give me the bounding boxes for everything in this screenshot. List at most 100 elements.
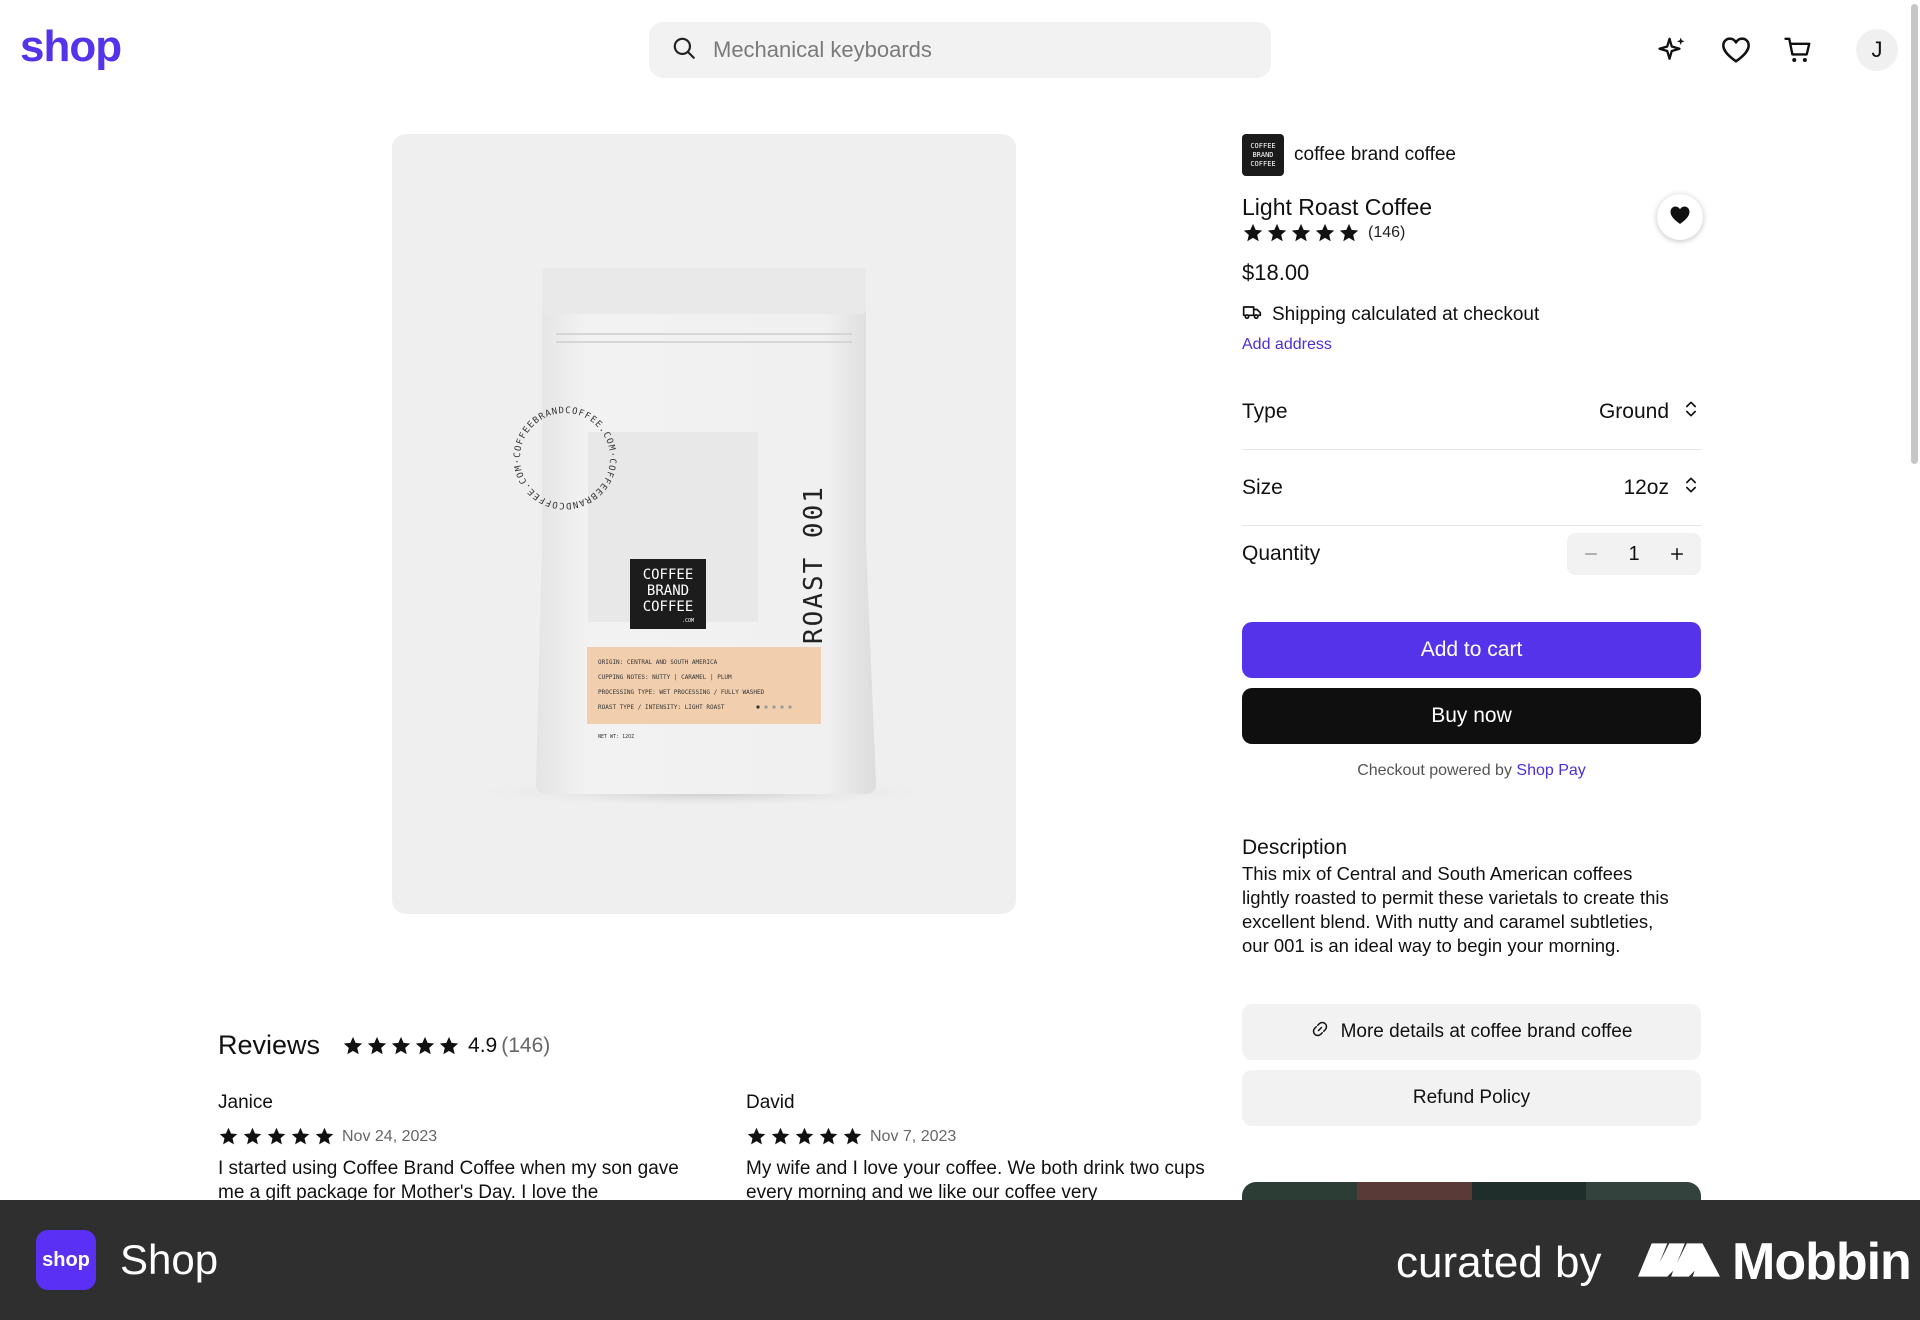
checkout-note: Checkout powered by Shop Pay: [1242, 762, 1701, 780]
review-text: I started using Coffee Brand Coffee when…: [218, 1158, 679, 1203]
search-bar[interactable]: [649, 22, 1271, 78]
link-icon: [1311, 1020, 1341, 1044]
review-card: Janice Nov 24, 2023 I started using Coff…: [218, 1092, 688, 1205]
svg-text:COFFEE: COFFEE: [643, 567, 694, 583]
product-rating[interactable]: (146): [1242, 222, 1405, 244]
bag-label-line-4: ROAST TYPE / INTENSITY: LIGHT ROAST: [598, 704, 725, 711]
description-title: Description: [1242, 836, 1348, 859]
review-stars: [746, 1126, 866, 1147]
search-icon: [671, 35, 697, 66]
scrollbar-thumb[interactable]: [1911, 4, 1918, 464]
product-details-panel: COFFEE BRAND COFFEE coffee brand coffee Li…: [1242, 134, 1703, 1212]
quantity-row: Quantity 1: [1242, 524, 1701, 584]
shop-logo[interactable]: shop: [20, 22, 122, 72]
description-body: This mix of Central and South American c…: [1242, 863, 1669, 956]
review-card: David Nov 7, 2023 My wife and I love you…: [746, 1092, 1216, 1205]
chevron-updown-icon: [1669, 397, 1701, 427]
footer-curated-by: curated by: [1396, 1238, 1602, 1287]
reviews-count: (146): [501, 1033, 551, 1057]
shipping-info: Shipping calculated at checkout: [1242, 302, 1539, 328]
add-address-link[interactable]: Add address: [1242, 336, 1332, 354]
review-date: Nov 7, 2023: [870, 1127, 957, 1145]
star-icon: [414, 1035, 438, 1057]
page-scrollbar[interactable]: [1908, 0, 1920, 1200]
product-image[interactable]: COFFEEBRANDCOFFEE.COM·COFFEEBRANDCOFFEE.…: [392, 134, 1016, 914]
star-icon: [818, 1126, 842, 1147]
brand-logo[interactable]: COFFEE BRAND COFFEE: [1242, 134, 1284, 176]
add-to-cart-button[interactable]: Add to cart: [1242, 622, 1701, 678]
star-icon: [366, 1035, 390, 1057]
top-header: shop J: [0, 0, 1920, 100]
shop-app-icon: shop: [36, 1230, 96, 1290]
quantity-label: Quantity: [1242, 542, 1321, 565]
quantity-value[interactable]: 1: [1628, 543, 1639, 566]
star-icon: [314, 1126, 338, 1147]
mobbin-mark-icon: [1638, 1232, 1720, 1292]
size-value[interactable]: 12oz: [1623, 473, 1701, 503]
shop-pay-link[interactable]: Shop Pay: [1516, 762, 1585, 779]
user-avatar[interactable]: J: [1856, 29, 1898, 71]
bag-brand-sub: .COM: [682, 618, 694, 624]
coffee-bag-illustration: COFFEEBRANDCOFFEE.COM·COFFEEBRANDCOFFEE.…: [464, 268, 944, 808]
heart-filled-icon: [1668, 203, 1692, 232]
star-icon: [1266, 222, 1290, 244]
size-selector[interactable]: Size 12oz: [1242, 450, 1701, 526]
review-date: Nov 24, 2023: [342, 1127, 438, 1145]
reviews-stars: [342, 1035, 462, 1057]
rating-count: (146): [1368, 224, 1406, 241]
size-label: Size: [1242, 475, 1283, 499]
product-title: Light Roast Coffee: [1242, 194, 1433, 220]
svg-text:COFFEE: COFFEE: [643, 599, 694, 615]
shipping-text: Shipping calculated at checkout: [1272, 304, 1540, 325]
bag-label-line-1: ORIGIN: CENTRAL AND SOUTH AMERICA: [598, 659, 718, 666]
minus-icon[interactable]: [1579, 542, 1603, 566]
mobbin-wordmark: Mobbin: [1732, 1233, 1912, 1291]
star-icon: [746, 1126, 770, 1147]
reviewer-name: David: [746, 1092, 795, 1113]
star-icon: [1338, 222, 1362, 244]
chevron-updown-icon: [1669, 473, 1701, 503]
rating-stars: [1242, 222, 1362, 244]
more-details-button[interactable]: More details at coffee brand coffee: [1242, 1004, 1701, 1060]
bag-net-weight: NET WT: 12OZ: [598, 734, 634, 740]
reviewer-name: Janice: [218, 1092, 273, 1113]
reviews-section: Reviews 4.9 (146) Janice Nov 24, 2023 I …: [218, 1030, 1205, 1203]
star-icon: [266, 1126, 290, 1147]
type-label: Type: [1242, 399, 1288, 423]
footer-banner: shop Shop curated by Mobbin: [0, 1200, 1920, 1320]
buy-now-button[interactable]: Buy now: [1242, 688, 1701, 744]
bag-label-line-2: CUPPING NOTES: NUTTY | CARAMEL | PLUM: [598, 674, 732, 681]
review-stars: [218, 1126, 338, 1147]
star-icon: [842, 1126, 866, 1147]
cart-icon[interactable]: [1780, 32, 1816, 68]
mobbin-logo: Mobbin: [1626, 1232, 1912, 1292]
star-icon: [218, 1126, 242, 1147]
reviews-header: Reviews 4.9 (146): [218, 1030, 1178, 1061]
sparkle-icon[interactable]: [1654, 32, 1690, 68]
checkout-prefix: Checkout powered by: [1357, 762, 1512, 779]
truck-icon: [1242, 302, 1272, 328]
reviews-title: Reviews: [218, 1030, 321, 1060]
star-icon: [342, 1035, 366, 1057]
brand-row[interactable]: COFFEE BRAND COFFEE coffee brand coffee: [1242, 134, 1701, 176]
type-value[interactable]: Ground: [1599, 397, 1701, 427]
review-text: My wife and I love your coffee. We both …: [746, 1158, 1205, 1203]
star-icon: [390, 1035, 414, 1057]
star-icon: [794, 1126, 818, 1147]
quantity-stepper[interactable]: 1: [1567, 533, 1701, 575]
star-icon: [770, 1126, 794, 1147]
heart-icon[interactable]: [1718, 32, 1754, 68]
star-icon: [1290, 222, 1314, 244]
type-selector[interactable]: Type Ground: [1242, 374, 1701, 450]
star-icon: [1314, 222, 1338, 244]
search-input[interactable]: [713, 37, 1233, 63]
product-price: $18.00: [1242, 260, 1310, 285]
star-icon: [438, 1035, 462, 1057]
refund-policy-button[interactable]: Refund Policy: [1242, 1070, 1701, 1126]
bag-roast-label: ROAST 001: [799, 485, 829, 644]
plus-icon[interactable]: [1665, 542, 1689, 566]
brand-name[interactable]: coffee brand coffee: [1294, 144, 1456, 166]
favorite-button[interactable]: [1657, 194, 1703, 240]
star-icon: [242, 1126, 266, 1147]
reviews-average: 4.9: [468, 1033, 498, 1057]
